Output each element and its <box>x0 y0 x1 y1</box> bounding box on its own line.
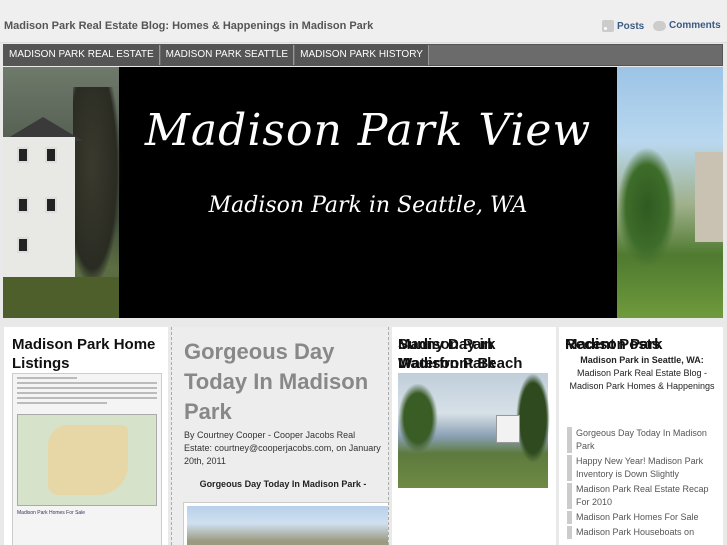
map-image <box>17 414 157 506</box>
recent-post-link[interactable]: Madison Park Real Estate Recap For 2010 <box>567 483 719 509</box>
header-banner[interactable]: Madison Park View Madison Park in Seattl… <box>3 67 723 318</box>
site-title[interactable]: Madison Park Real Estate Blog: Homes & H… <box>4 20 373 32</box>
recent-post-link[interactable]: Madison Park Homes For Sale <box>567 511 719 524</box>
banner-title: Madison Park View <box>144 105 592 156</box>
about-subtitle: Madison Park in Seattle, WA: <box>580 355 704 365</box>
house-photo <box>3 67 121 318</box>
post-byline: By Courtney Cooper - Cooper Jacobs Real … <box>184 430 381 466</box>
comments-feed-link[interactable]: Comments <box>653 20 721 31</box>
sidebar-column: Madison Park Madison Park in Seattle, WA… <box>559 327 723 545</box>
beach-column: Madison Park Waterfront Beach Sunny Day … <box>392 327 556 545</box>
park-photo <box>617 67 723 318</box>
recent-post-link[interactable]: Gorgeous Day Today In Madison Park <box>567 427 719 453</box>
post-column: Gorgeous Day Today In Madison Park By Co… <box>171 327 389 545</box>
nav-madison-park-history[interactable]: MADISON PARK HISTORY <box>295 45 429 65</box>
listings-screenshot[interactable]: Madison Park Homes For Sale <box>12 373 162 545</box>
listings-column: Madison Park Home Listings Madison Park … <box>4 327 168 545</box>
post-photo <box>184 503 388 545</box>
post-excerpt: Gorgeous Day Today In Madison Park - <box>199 479 367 489</box>
comments-feed-label: Comments <box>669 20 721 31</box>
recent-post-link[interactable]: Madison Park Houseboats on <box>567 526 719 539</box>
nav-madison-park-real-estate[interactable]: MADISON PARK REAL ESTATE <box>4 45 160 65</box>
next-widget-title: Sunny Day in Madison Park <box>398 336 496 372</box>
comment-bubble-icon <box>653 20 666 31</box>
posts-feed-link[interactable]: Posts <box>602 20 644 32</box>
listings-widget-title: Madison Park Home Listings <box>12 336 156 372</box>
top-bar: Madison Park Real Estate Blog: Homes & H… <box>0 0 727 43</box>
posts-feed-label: Posts <box>617 20 645 32</box>
post-title[interactable]: Gorgeous Day Today In Madison Park <box>184 337 380 427</box>
beach-photo[interactable] <box>398 373 550 488</box>
nav-madison-park-seattle[interactable]: MADISON PARK SEATTLE <box>160 45 295 65</box>
banner-subtitle: Madison Park in Seattle, WA <box>208 193 528 218</box>
main-nav: MADISON PARK REAL ESTATE MADISON PARK SE… <box>3 44 723 66</box>
listings-caption: Madison Park Homes For Sale <box>17 510 86 516</box>
rss-icon <box>602 20 614 32</box>
recent-posts-title: Recent Posts <box>565 336 661 353</box>
recent-posts-list: Gorgeous Day Today In Madison Park Happy… <box>567 427 719 541</box>
recent-post-link[interactable]: Happy New Year! Madison Park Inventory i… <box>567 455 719 481</box>
about-text: Madison Park Real Estate Blog - Madison … <box>569 368 715 391</box>
